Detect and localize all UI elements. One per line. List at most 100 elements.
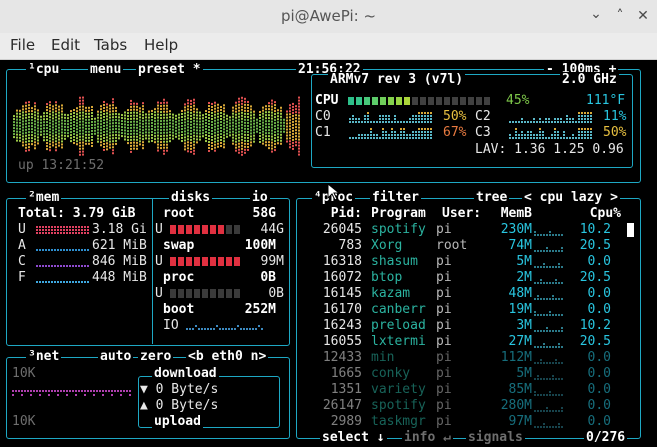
table-row[interactable]: 12433 min pi 112M 0.0 bbox=[300, 350, 630, 366]
table-row[interactable]: 26147 spotify pi 280M 0.0 bbox=[300, 398, 630, 414]
graph-dot bbox=[79, 135, 81, 138]
graph-dot bbox=[289, 125, 291, 128]
graph-dot bbox=[84, 249, 86, 251]
graph-dot bbox=[587, 128, 589, 130]
graph-dot bbox=[536, 137, 538, 139]
graph-dot bbox=[555, 362, 557, 364]
graph-dot bbox=[549, 362, 551, 364]
graph-dot bbox=[129, 390, 131, 392]
table-row[interactable]: 1665 conky pi 5M 0.0 bbox=[300, 366, 630, 382]
graph-dot bbox=[79, 132, 81, 135]
graph-dot bbox=[46, 118, 48, 121]
net-auto-toggle[interactable]: auto bbox=[98, 349, 134, 365]
graph-dot bbox=[52, 129, 54, 132]
graph-dot bbox=[97, 116, 99, 119]
mem-disk-divider bbox=[152, 199, 153, 344]
net-interface-selector[interactable]: <b eth0 n> bbox=[186, 349, 269, 365]
graph-dot bbox=[546, 362, 548, 364]
table-row[interactable]: 16170 canberr pi 19M 0.0 bbox=[300, 302, 630, 318]
minimize-icon[interactable]: ⌄ bbox=[588, 6, 604, 22]
graph-dot bbox=[124, 123, 126, 126]
graph-dot bbox=[127, 112, 129, 115]
proc-scrollbar[interactable] bbox=[627, 223, 634, 237]
graph-dot bbox=[274, 107, 276, 110]
cpu-tab[interactable]: ¹cpu bbox=[26, 62, 62, 78]
graph-dot bbox=[217, 145, 219, 148]
graph-dot bbox=[25, 134, 27, 137]
graph-dot bbox=[67, 123, 69, 126]
close-icon[interactable]: ✕ bbox=[635, 8, 651, 24]
net-zero-toggle[interactable]: zero bbox=[138, 349, 174, 365]
graph-dot bbox=[292, 129, 294, 132]
graph-dot bbox=[163, 107, 165, 110]
graph-dot bbox=[217, 142, 219, 145]
graph-dot bbox=[295, 132, 297, 135]
graph-dot bbox=[91, 135, 93, 138]
graph-dot bbox=[274, 101, 276, 104]
graph-dot bbox=[268, 135, 270, 138]
menu-help[interactable]: Help bbox=[144, 36, 178, 54]
proc-filter[interactable]: filter bbox=[370, 190, 421, 206]
graph-dot bbox=[468, 97, 474, 105]
graph-dot bbox=[262, 133, 264, 136]
footer-select[interactable]: select ↓ bbox=[320, 430, 387, 446]
graph-dot bbox=[241, 144, 243, 147]
col-memb[interactable]: MemB bbox=[480, 206, 532, 222]
table-row[interactable]: 16055 lxtermi pi 27M 20.5 bbox=[300, 334, 630, 350]
graph-dot bbox=[157, 146, 159, 149]
graph-dot bbox=[280, 109, 282, 112]
table-row[interactable]: 2989 taskmgr pi 97M 0.0 bbox=[300, 414, 630, 430]
graph-dot bbox=[241, 150, 243, 153]
col-program[interactable]: Program bbox=[371, 206, 426, 222]
table-row[interactable]: 26045 spotify pi 230M 10.2 bbox=[300, 222, 630, 238]
maximize-icon[interactable]: ˄ bbox=[612, 8, 628, 24]
table-row[interactable]: 16318 shasum pi 5M 0.0 bbox=[300, 254, 630, 270]
menu-file[interactable]: File bbox=[10, 36, 35, 54]
graph-dot bbox=[85, 118, 87, 121]
table-row[interactable]: 16072 btop pi 2M 20.5 bbox=[300, 270, 630, 286]
proc-tree-toggle[interactable]: tree bbox=[474, 190, 510, 206]
graph-dot bbox=[124, 126, 126, 129]
graph-dot bbox=[133, 144, 135, 147]
footer-signals[interactable]: signals bbox=[466, 430, 525, 446]
col-pid[interactable]: Pid: bbox=[300, 206, 362, 222]
graph-dot bbox=[549, 378, 551, 380]
graph-dot bbox=[190, 138, 192, 141]
table-row[interactable]: 1351 variety pi 85M 0.0 bbox=[300, 382, 630, 398]
graph-dot bbox=[265, 117, 267, 120]
graph-dot bbox=[19, 121, 21, 124]
graph-dot bbox=[555, 314, 557, 316]
graph-dot bbox=[163, 125, 165, 128]
menu-tabs[interactable]: Tabs bbox=[94, 36, 127, 54]
graph-dot bbox=[515, 137, 517, 139]
graph-dot bbox=[298, 102, 300, 105]
menu-tab[interactable]: menu bbox=[88, 62, 124, 78]
graph-dot bbox=[370, 128, 372, 130]
graph-dot bbox=[379, 118, 381, 120]
table-row[interactable]: 16145 kazam pi 48M 0.0 bbox=[300, 286, 630, 302]
graph-dot bbox=[552, 378, 554, 380]
graph-dot bbox=[172, 119, 174, 122]
col-cpu[interactable]: Cpu% bbox=[560, 206, 621, 222]
btop-terminal[interactable]: ¹cpu menu preset * 21:56:22 - 100ms + up… bbox=[0, 60, 657, 447]
footer-info[interactable]: info ↵ bbox=[402, 430, 453, 446]
graph-dot bbox=[160, 123, 162, 126]
col-user[interactable]: User: bbox=[442, 206, 481, 222]
graph-dot bbox=[55, 125, 57, 128]
io-toggle[interactable]: io bbox=[250, 190, 270, 206]
preset-tab[interactable]: preset * bbox=[136, 62, 203, 78]
graph-dot bbox=[70, 134, 72, 137]
table-row[interactable]: 783 Xorg root 74M 20.5 bbox=[300, 238, 630, 254]
table-row[interactable]: 16243 preload pi 3M 10.2 bbox=[300, 318, 630, 334]
graph-dot bbox=[540, 282, 542, 284]
graph-dot bbox=[160, 111, 162, 114]
graph-dot bbox=[244, 106, 246, 109]
graph-dot bbox=[193, 107, 195, 110]
graph-dot bbox=[228, 328, 230, 330]
proc-sort-selector[interactable]: < cpu lazy > bbox=[522, 190, 620, 206]
graph-dot bbox=[265, 105, 267, 108]
graph-dot bbox=[202, 120, 204, 123]
title-bar[interactable]: pi@AwePi: ~ ⌄ ˄ ✕ bbox=[0, 0, 657, 34]
graph-dot bbox=[187, 120, 189, 123]
menu-edit[interactable]: Edit bbox=[51, 36, 80, 54]
